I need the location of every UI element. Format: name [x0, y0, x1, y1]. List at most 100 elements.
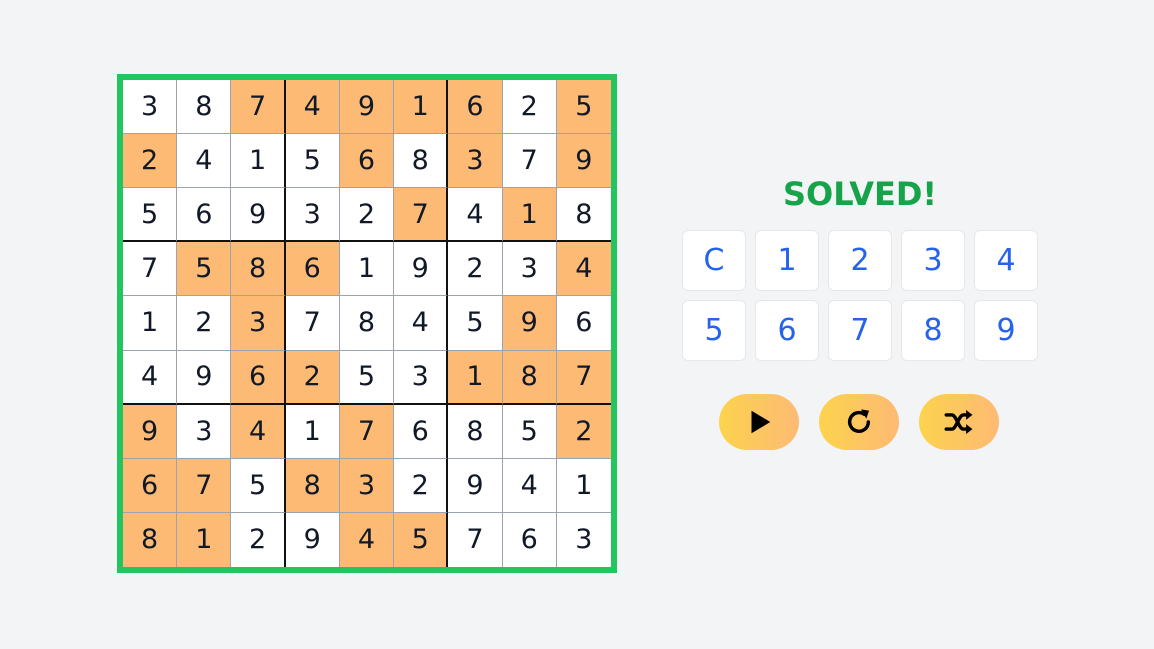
sudoku-cell[interactable]: 2 — [177, 296, 232, 351]
sudoku-cell[interactable]: 3 — [556, 512, 611, 567]
number-key-6[interactable]: 6 — [755, 300, 819, 361]
sudoku-cell[interactable]: 9 — [502, 296, 557, 351]
sudoku-cell[interactable]: 5 — [123, 188, 178, 243]
shuffle-button[interactable] — [919, 394, 999, 450]
sudoku-cell[interactable]: 8 — [285, 458, 340, 513]
sudoku-cell[interactable]: 5 — [394, 512, 449, 567]
sudoku-cell[interactable]: 4 — [448, 188, 503, 243]
play-icon — [751, 410, 771, 434]
sudoku-cell[interactable]: 5 — [556, 80, 611, 135]
sudoku-cell[interactable]: 3 — [285, 188, 340, 243]
sudoku-cell[interactable]: 1 — [394, 80, 449, 135]
sudoku-cell[interactable]: 8 — [394, 134, 449, 189]
sudoku-cell[interactable]: 2 — [231, 512, 286, 567]
sudoku-cell[interactable]: 2 — [556, 404, 611, 459]
sudoku-cell[interactable]: 6 — [339, 134, 395, 189]
sudoku-cell[interactable]: 5 — [231, 458, 286, 513]
sudoku-cell[interactable]: 1 — [448, 350, 503, 405]
sudoku-cell[interactable]: 6 — [502, 512, 557, 567]
play-button[interactable] — [719, 394, 799, 450]
number-key-2[interactable]: 2 — [828, 230, 892, 291]
sudoku-cell[interactable]: 7 — [394, 188, 449, 243]
sudoku-cell[interactable]: 6 — [285, 242, 340, 297]
sudoku-cell[interactable]: 5 — [502, 404, 557, 459]
sudoku-cell[interactable]: 7 — [339, 404, 395, 459]
sudoku-cell[interactable]: 7 — [502, 134, 557, 189]
sudoku-cell[interactable]: 7 — [123, 242, 178, 297]
sudoku-cell[interactable]: 2 — [285, 350, 340, 405]
sudoku-cell[interactable]: 8 — [339, 296, 395, 351]
sudoku-cell[interactable]: 7 — [285, 296, 340, 351]
number-key-4[interactable]: 4 — [974, 230, 1038, 291]
number-key-5[interactable]: 5 — [682, 300, 746, 361]
sudoku-cell[interactable]: 5 — [285, 134, 340, 189]
sudoku-cell[interactable]: 4 — [556, 242, 611, 297]
sudoku-cell[interactable]: 3 — [502, 242, 557, 297]
sudoku-cell[interactable]: 9 — [394, 242, 449, 297]
sudoku-cell[interactable]: 2 — [123, 134, 178, 189]
sudoku-cell[interactable]: 3 — [394, 350, 449, 405]
sudoku-cell[interactable]: 4 — [177, 134, 232, 189]
number-keypad: C1234 56789 — [682, 230, 1040, 361]
sudoku-cell[interactable]: 4 — [502, 458, 557, 513]
sudoku-cell[interactable]: 3 — [123, 80, 178, 135]
sudoku-board: 3874916252415683795693274187586192341237… — [117, 74, 617, 573]
sudoku-cell[interactable]: 5 — [177, 242, 232, 297]
number-key-8[interactable]: 8 — [901, 300, 965, 361]
sudoku-grid: 3874916252415683795693274187586192341237… — [123, 80, 611, 567]
sudoku-cell[interactable]: 6 — [556, 296, 611, 351]
number-key-3[interactable]: 3 — [901, 230, 965, 291]
sudoku-cell[interactable]: 4 — [339, 512, 395, 567]
sudoku-cell[interactable]: 8 — [556, 188, 611, 243]
number-key-1[interactable]: 1 — [755, 230, 819, 291]
sudoku-cell[interactable]: 9 — [177, 350, 232, 405]
sudoku-cell[interactable]: 6 — [177, 188, 232, 243]
sudoku-cell[interactable]: 9 — [556, 134, 611, 189]
sudoku-cell[interactable]: 8 — [123, 512, 178, 567]
sudoku-cell[interactable]: 8 — [448, 404, 503, 459]
sudoku-cell[interactable]: 3 — [448, 134, 503, 189]
sudoku-cell[interactable]: 6 — [394, 404, 449, 459]
sudoku-cell[interactable]: 2 — [339, 188, 395, 243]
sudoku-cell[interactable]: 8 — [231, 242, 286, 297]
sudoku-cell[interactable]: 6 — [448, 80, 503, 135]
sudoku-cell[interactable]: 7 — [448, 512, 503, 567]
sudoku-cell[interactable]: 6 — [123, 458, 178, 513]
sudoku-cell[interactable]: 9 — [285, 512, 340, 567]
clear-key[interactable]: C — [682, 230, 746, 291]
action-buttons — [680, 394, 1040, 450]
sudoku-cell[interactable]: 4 — [231, 404, 286, 459]
sudoku-cell[interactable]: 1 — [339, 242, 395, 297]
sudoku-cell[interactable]: 8 — [502, 350, 557, 405]
sudoku-cell[interactable]: 2 — [448, 242, 503, 297]
sudoku-cell[interactable]: 3 — [177, 404, 232, 459]
sudoku-cell[interactable]: 1 — [231, 134, 286, 189]
sudoku-cell[interactable]: 3 — [231, 296, 286, 351]
sudoku-cell[interactable]: 1 — [177, 512, 232, 567]
sudoku-cell[interactable]: 5 — [339, 350, 395, 405]
sudoku-cell[interactable]: 1 — [123, 296, 178, 351]
sudoku-cell[interactable]: 2 — [394, 458, 449, 513]
restart-button[interactable] — [819, 394, 899, 450]
sudoku-cell[interactable]: 9 — [339, 80, 395, 135]
number-key-7[interactable]: 7 — [828, 300, 892, 361]
sudoku-cell[interactable]: 3 — [339, 458, 395, 513]
sudoku-cell[interactable]: 9 — [448, 458, 503, 513]
sudoku-cell[interactable]: 5 — [448, 296, 503, 351]
number-key-9[interactable]: 9 — [974, 300, 1038, 361]
sudoku-cell[interactable]: 7 — [556, 350, 611, 405]
redo-icon — [847, 409, 871, 433]
sudoku-cell[interactable]: 9 — [123, 404, 178, 459]
sudoku-cell[interactable]: 2 — [502, 80, 557, 135]
sudoku-cell[interactable]: 7 — [177, 458, 232, 513]
sudoku-cell[interactable]: 9 — [231, 188, 286, 243]
sudoku-cell[interactable]: 4 — [123, 350, 178, 405]
sudoku-cell[interactable]: 1 — [502, 188, 557, 243]
sudoku-cell[interactable]: 1 — [285, 404, 340, 459]
sudoku-cell[interactable]: 8 — [177, 80, 232, 135]
sudoku-cell[interactable]: 7 — [231, 80, 286, 135]
sudoku-cell[interactable]: 4 — [394, 296, 449, 351]
sudoku-cell[interactable]: 1 — [556, 458, 611, 513]
sudoku-cell[interactable]: 4 — [285, 80, 340, 135]
sudoku-cell[interactable]: 6 — [231, 350, 286, 405]
